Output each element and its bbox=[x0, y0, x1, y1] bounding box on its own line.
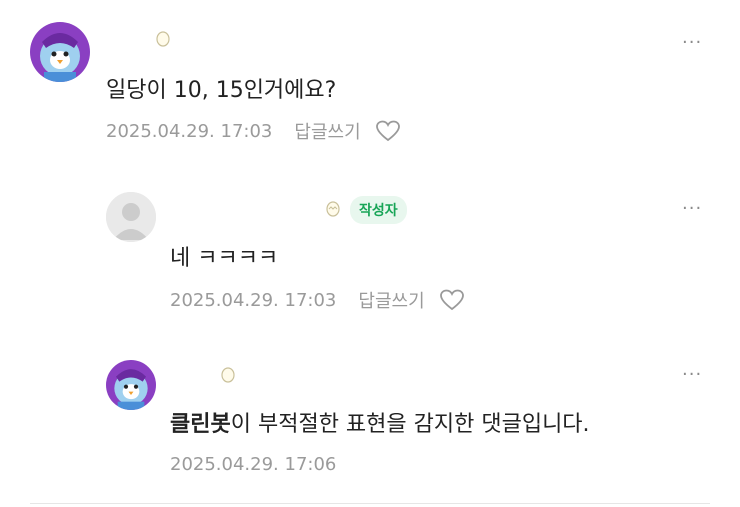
divider bbox=[30, 503, 710, 504]
egg-icon bbox=[326, 201, 340, 217]
comment-text: 일당이 10, 15인거에요? bbox=[106, 78, 337, 103]
egg-icon bbox=[221, 367, 235, 383]
more-icon[interactable]: ··· bbox=[682, 366, 702, 384]
comment-date: 2025.04.29. 17:06 bbox=[170, 454, 337, 475]
comment-1: ··· 일당이 10, 15인거에요? 2025.04.29. 17:03 답글… bbox=[0, 0, 740, 170]
comment-meta: 2025.04.29. 17:03 답글쓰기 bbox=[106, 118, 401, 144]
heart-icon[interactable] bbox=[375, 120, 401, 142]
comment-2: 작성자 ··· 네 ㅋㅋㅋㅋ 2025.04.29. 17:03 답글쓰기 bbox=[0, 170, 740, 340]
cleanbot-label: 클린봇 bbox=[170, 412, 231, 437]
comment-meta: 2025.04.29. 17:03 답글쓰기 bbox=[170, 287, 465, 313]
comment-3: ··· 클린봇이 부적절한 표현을 감지한 댓글입니다. 2025.04.29.… bbox=[0, 340, 740, 507]
more-icon[interactable]: ··· bbox=[682, 34, 702, 52]
heart-icon[interactable] bbox=[439, 289, 465, 311]
comment-date: 2025.04.29. 17:03 bbox=[106, 120, 273, 142]
more-icon[interactable]: ··· bbox=[682, 200, 702, 218]
cleanbot-message: 이 부적절한 표현을 감지한 댓글입니다. bbox=[230, 412, 590, 437]
author-badge: 작성자 bbox=[350, 196, 407, 224]
comment-date: 2025.04.29. 17:03 bbox=[170, 289, 337, 311]
comment-text: 클린봇이 부적절한 표현을 감지한 댓글입니다. bbox=[170, 406, 590, 438]
reply-button[interactable]: 답글쓰기 bbox=[358, 287, 424, 313]
egg-icon bbox=[156, 31, 170, 47]
comment-text: 네 ㅋㅋㅋㅋ bbox=[170, 246, 279, 271]
avatar[interactable] bbox=[106, 192, 156, 242]
reply-button[interactable]: 답글쓰기 bbox=[294, 118, 360, 144]
comment-meta: 2025.04.29. 17:06 bbox=[170, 454, 336, 475]
avatar[interactable] bbox=[106, 360, 156, 410]
avatar[interactable] bbox=[30, 22, 90, 82]
